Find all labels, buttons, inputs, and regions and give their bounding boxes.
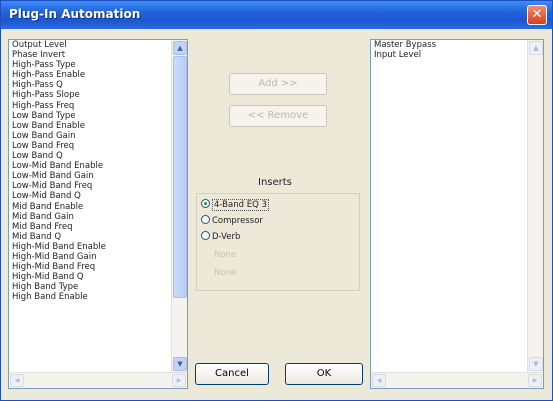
automated-list-items: Master Bypass Input Level (371, 40, 527, 372)
list-item[interactable]: Low Band Q (9, 151, 169, 161)
inserts-radio-group: 4-Band EQ 3 Compressor D-Verb None None (196, 193, 360, 291)
close-icon: ✕ (531, 7, 543, 22)
parameter-list[interactable]: Output Level Phase Invert High-Pass Type… (8, 39, 188, 389)
insert-option-label: Compressor (212, 216, 263, 226)
list-item[interactable]: High-Pass Enable (9, 70, 169, 80)
insert-option-none-1: None (214, 250, 237, 260)
add-button[interactable]: Add >> (229, 73, 327, 95)
ok-button[interactable]: OK (285, 363, 363, 385)
list-item[interactable]: Mid Band Freq (9, 222, 169, 232)
list-item[interactable]: Low Band Gain (9, 131, 169, 141)
down-arrow-icon[interactable]: ▼ (529, 357, 543, 371)
list-item[interactable]: High-Mid Band Q (9, 272, 169, 282)
right-arrow-icon[interactable]: ▶ (172, 374, 186, 387)
list-item[interactable]: High-Mid Band Enable (9, 242, 169, 252)
insert-option-compressor[interactable]: Compressor (201, 214, 263, 228)
list-item[interactable]: Master Bypass (371, 40, 527, 50)
insert-option-label: D-Verb (212, 232, 241, 242)
left-arrow-icon[interactable]: ◀ (10, 374, 24, 387)
automated-parameter-list[interactable]: Master Bypass Input Level ▲ ▼ ◀ ▶ (370, 39, 544, 389)
list-item[interactable]: Input Level (371, 50, 527, 60)
list-item[interactable]: Low Band Freq (9, 141, 169, 151)
list-item[interactable]: Mid Band Gain (9, 212, 169, 222)
down-arrow-icon[interactable]: ▼ (173, 357, 187, 371)
list-item[interactable]: High-Mid Band Gain (9, 252, 169, 262)
radio-icon[interactable] (201, 231, 210, 240)
list-item[interactable]: Low-Mid Band Freq (9, 181, 169, 191)
list-item[interactable]: Low-Mid Band Gain (9, 171, 169, 181)
insert-option-d-verb[interactable]: D-Verb (201, 230, 240, 244)
radio-selected-icon[interactable] (201, 199, 210, 208)
scroll-thumb[interactable] (173, 56, 187, 298)
list-item[interactable]: Low-Mid Band Enable (9, 161, 169, 171)
right-arrow-icon[interactable]: ▶ (528, 374, 542, 387)
left-arrow-icon[interactable]: ◀ (372, 374, 386, 387)
remove-button[interactable]: << Remove (229, 105, 327, 127)
list-item[interactable]: Mid Band Enable (9, 202, 169, 212)
vertical-scrollbar[interactable]: ▲ ▼ (527, 40, 543, 372)
window-title: Plug-In Automation (9, 7, 141, 21)
list-item[interactable]: High-Pass Type (9, 60, 169, 70)
cancel-button[interactable]: Cancel (195, 363, 269, 385)
list-item[interactable]: High-Pass Slope (9, 90, 169, 100)
list-item[interactable]: High-Pass Freq (9, 101, 169, 111)
vertical-scrollbar[interactable]: ▲ ▼ (171, 40, 187, 372)
list-item[interactable]: Low-Mid Band Q (9, 191, 169, 201)
title-bar[interactable]: Plug-In Automation ✕ (1, 1, 552, 29)
insert-option-label: 4-Band EQ 3 (212, 199, 269, 211)
radio-icon[interactable] (201, 215, 210, 224)
list-item[interactable]: Low Band Type (9, 111, 169, 121)
horizontal-scrollbar[interactable]: ◀ ▶ (371, 372, 543, 388)
horizontal-scrollbar[interactable]: ◀ ▶ (9, 372, 187, 388)
list-item[interactable]: High-Pass Q (9, 80, 169, 90)
list-item[interactable]: High Band Enable (9, 292, 169, 302)
list-item[interactable]: Phase Invert (9, 50, 169, 60)
insert-option-none-2: None (214, 268, 237, 278)
dialog-content: Output Level Phase Invert High-Pass Type… (5, 29, 548, 396)
list-item[interactable]: High-Mid Band Freq (9, 262, 169, 272)
list-item[interactable]: Low Band Enable (9, 121, 169, 131)
parameter-list-items: Output Level Phase Invert High-Pass Type… (9, 40, 169, 372)
list-item[interactable]: Mid Band Q (9, 232, 169, 242)
close-button[interactable]: ✕ (527, 5, 547, 25)
plugin-automation-dialog: Plug-In Automation ✕ Output Level Phase … (0, 0, 553, 401)
up-arrow-icon[interactable]: ▲ (529, 41, 543, 55)
up-arrow-icon[interactable]: ▲ (173, 41, 187, 55)
insert-option-4-band-eq-3[interactable]: 4-Band EQ 3 (201, 198, 269, 212)
list-item[interactable]: Output Level (9, 40, 169, 50)
inserts-label: Inserts (258, 177, 292, 188)
list-item[interactable]: High Band Type (9, 282, 169, 292)
